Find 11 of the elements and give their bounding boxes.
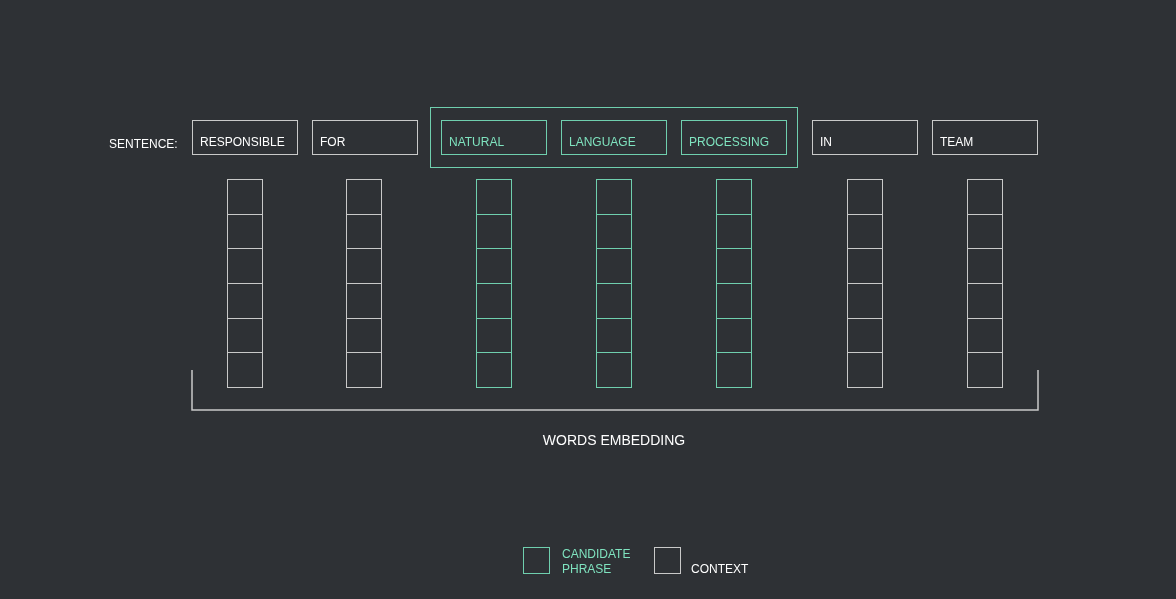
- legend-label: CANDIDATE PHRASE: [562, 547, 631, 577]
- word-token: NATURAL: [441, 120, 547, 155]
- legend-label: CONTEXT: [691, 562, 749, 577]
- word-token: TEAM: [932, 120, 1038, 155]
- word-token: FOR: [312, 120, 418, 155]
- sentence-label: SENTENCE:: [109, 136, 178, 153]
- embedding-label: WORDS EMBEDDING: [542, 431, 686, 450]
- word-token: IN: [812, 120, 918, 155]
- word-token: LANGUAGE: [561, 120, 667, 155]
- word-token: RESPONSIBLE: [192, 120, 298, 155]
- word-token: PROCESSING: [681, 120, 787, 155]
